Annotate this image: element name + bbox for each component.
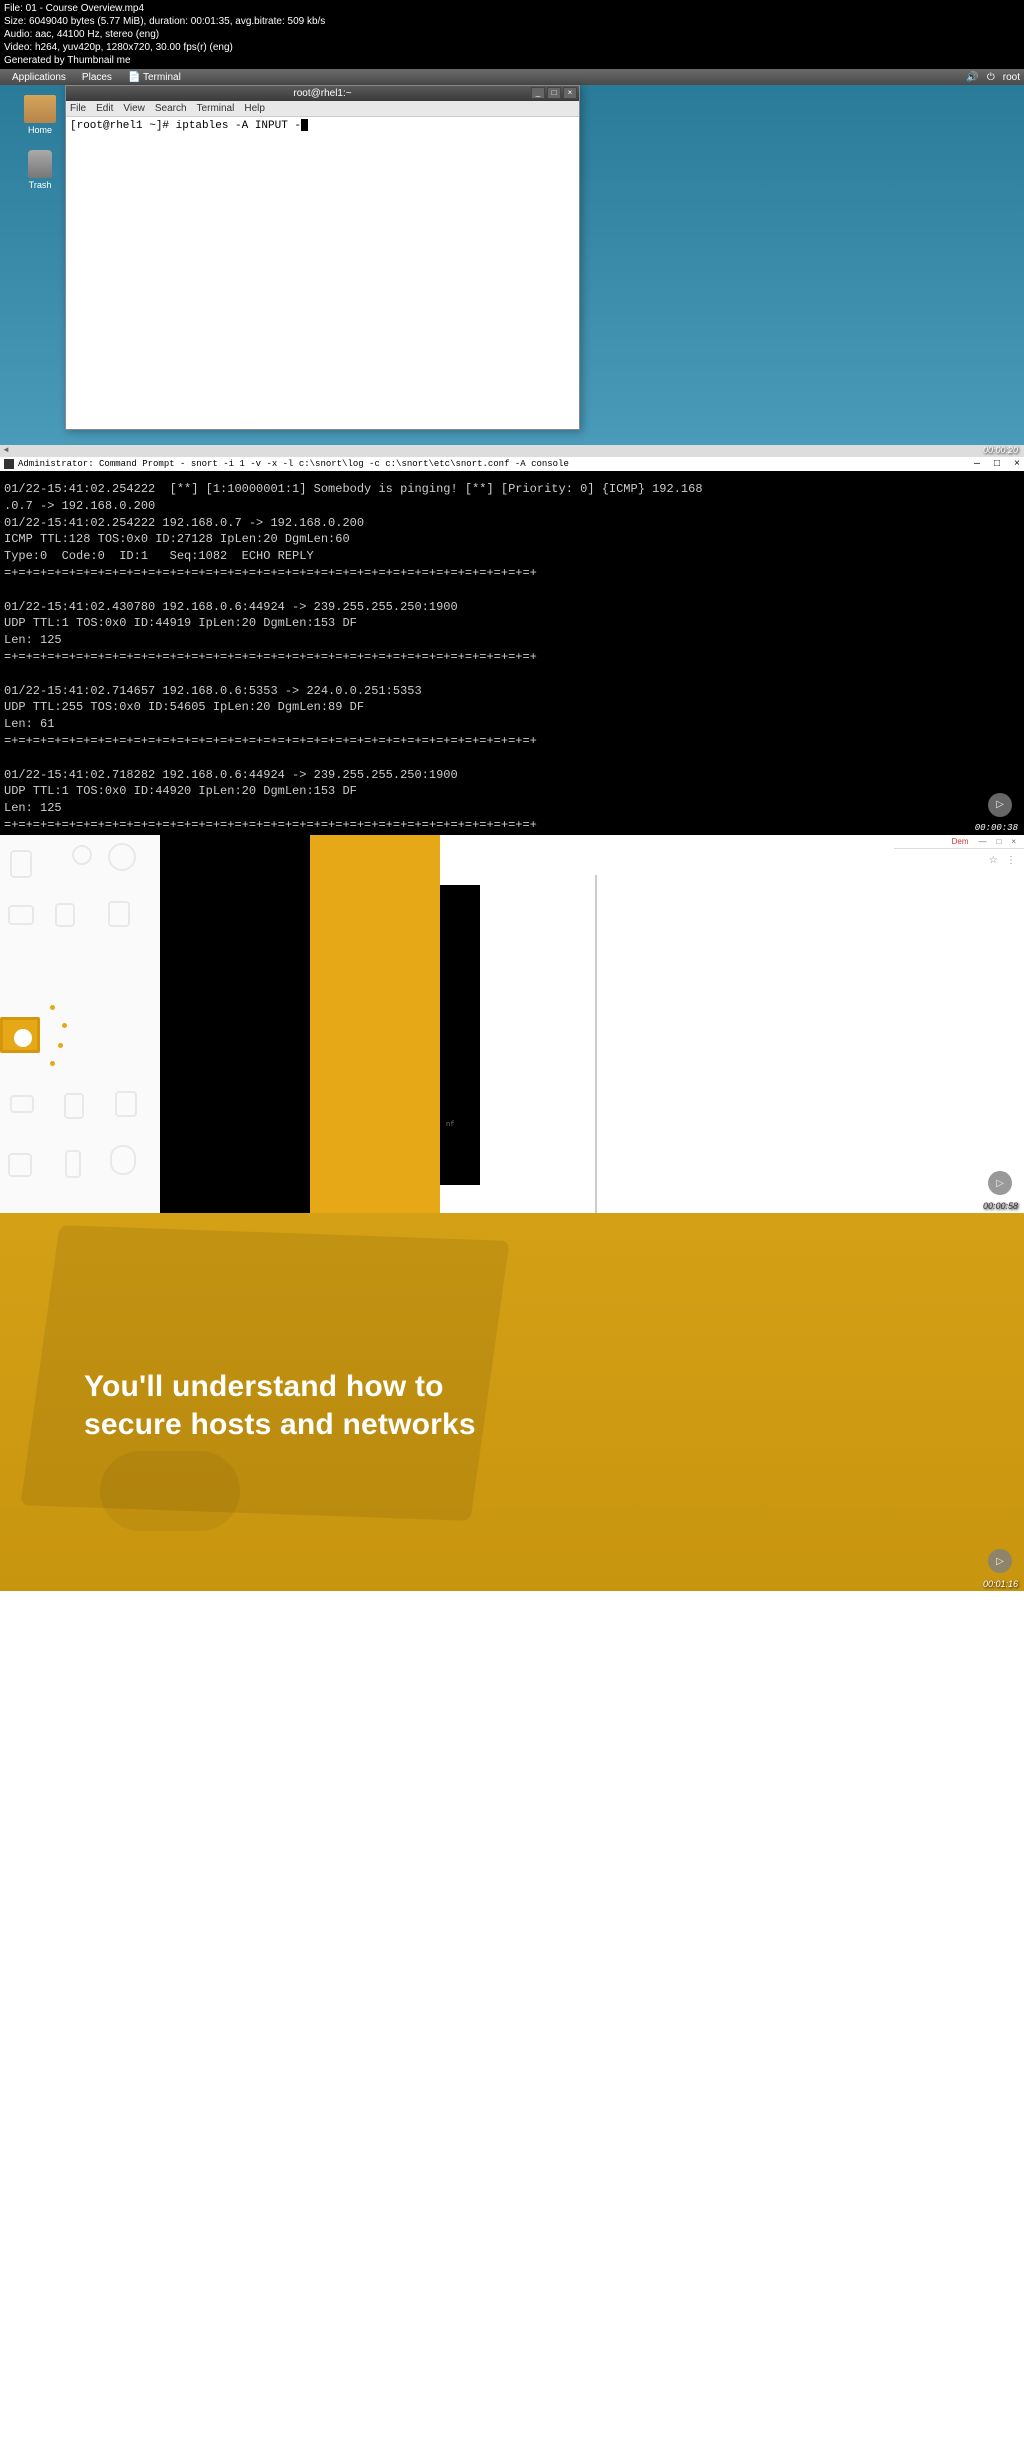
yellow-panel [310,835,440,1213]
terminal-taskbar-item[interactable]: 📄 Terminal [120,72,189,83]
view-menu[interactable]: View [123,103,145,114]
search-menu[interactable]: Search [155,103,187,114]
black-panel-2 [440,885,480,1185]
thumbnail-3: nf Dem — □ × ☆ ⋮ ▷ 00:00:58 [0,835,1024,1213]
applications-menu[interactable]: Applications [4,72,74,83]
star-icon[interactable]: ☆ [989,855,998,866]
minimize-button[interactable]: _ [531,87,545,99]
desktop-area[interactable]: Home Trash root@rhel1:~ _ □ × File Edit … [0,85,1024,445]
cpu-chip-icon [0,995,80,1075]
folder-icon [24,95,56,123]
terminal-menu[interactable]: Terminal [197,103,235,114]
home-desktop-icon[interactable]: Home [15,95,65,135]
help-menu[interactable]: Help [244,103,265,114]
cmd-output[interactable]: 01/22-15:41:02.254222 [**] [1:10000001:1… [0,471,1024,844]
thumbnail-4: You'll understand how to secure hosts an… [0,1213,1024,1591]
cmd-titlebar[interactable]: Administrator: Command Prompt - snort -i… [0,457,1024,471]
close-button[interactable]: × [1014,459,1020,470]
timestamp-label: 00:00:58 [983,1201,1018,1211]
horizontal-scrollbar[interactable] [0,445,1024,457]
terminal-window[interactable]: root@rhel1:~ _ □ × File Edit View Search… [65,85,580,430]
minimize-button[interactable]: — [974,459,980,470]
hands-shape [100,1451,240,1531]
metadata-generator: Generated by Thumbnail me [4,54,1020,67]
close-icon[interactable]: × [1011,837,1016,846]
gnome-top-panel[interactable]: Applications Places 📄 Terminal 🔊 ⏻ root [0,69,1024,85]
minimize-icon[interactable]: — [978,837,986,846]
play-button[interactable]: ▷ [988,793,1012,817]
maximize-button[interactable]: □ [547,87,561,99]
play-button[interactable]: ▷ [988,1549,1012,1573]
metadata-file: File: 01 - Course Overview.mp4 [4,2,1020,15]
file-menu[interactable]: File [70,103,86,114]
empty-area [0,1591,1024,2448]
terminal-content[interactable]: [root@rhel1 ~]# iptables -A INPUT - [66,117,579,429]
edit-menu[interactable]: Edit [96,103,113,114]
places-menu[interactable]: Places [74,72,120,83]
snippet-text: nf [446,1121,454,1129]
cmd-icon [4,459,14,469]
close-button[interactable]: × [563,87,577,99]
metadata-size: Size: 6049040 bytes (5.77 MiB), duration… [4,15,1020,28]
trash-desktop-icon[interactable]: Trash [15,150,65,190]
timestamp-label: 00:00:20 [983,445,1018,455]
slide-headline: You'll understand how to secure hosts an… [84,1368,476,1443]
timestamp-label: 00:01:16 [983,1579,1018,1589]
play-button[interactable]: ▷ [988,1171,1012,1195]
user-menu[interactable]: root [1003,72,1020,83]
power-icon[interactable]: ⏻ [987,72,995,83]
browser-chrome-hint: Dem — □ × [894,835,1024,849]
doc-edge [595,875,597,1213]
black-panel-1 [160,835,310,1213]
trash-icon [28,150,52,178]
thumbnail-1: Applications Places 📄 Terminal 🔊 ⏻ root … [0,69,1024,457]
metadata-video: Video: h264, yuv420p, 1280x720, 30.00 fp… [4,41,1020,54]
volume-icon[interactable]: 🔊 [966,72,978,83]
video-metadata-header: File: 01 - Course Overview.mp4 Size: 604… [0,0,1024,69]
thumbnail-2: Administrator: Command Prompt - snort -i… [0,457,1024,835]
terminal-titlebar[interactable]: root@rhel1:~ _ □ × [66,86,579,101]
timestamp-label: 00:00:38 [975,823,1018,833]
maximize-button[interactable]: □ [994,459,1000,470]
menu-dots-icon[interactable]: ⋮ [1006,855,1016,866]
metadata-audio: Audio: aac, 44100 Hz, stereo (eng) [4,28,1020,41]
icon-pattern-background [0,835,160,1213]
maximize-icon[interactable]: □ [996,837,1001,846]
cursor-icon [301,119,308,131]
terminal-menubar: File Edit View Search Terminal Help [66,101,579,117]
